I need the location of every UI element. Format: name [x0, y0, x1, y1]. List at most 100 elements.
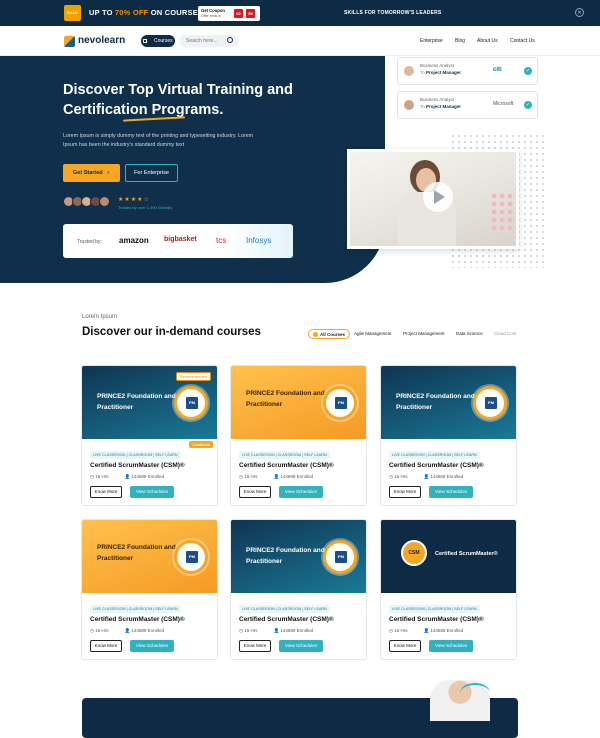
pmi-seal-icon: PM [323, 540, 357, 574]
hero-title: Discover Top Virtual Training and Certif… [63, 82, 293, 118]
nav-link-about[interactable]: About Us [477, 38, 498, 44]
trusted-label: Trusted by: [77, 239, 102, 245]
view-schedules-button[interactable]: View Schedules [279, 486, 323, 498]
coupon-title: Get Coupon [201, 8, 225, 13]
check-icon: ✓ [524, 101, 532, 109]
pmi-seal-icon: PM [473, 386, 507, 420]
nav-link-contact[interactable]: Contact Us [510, 38, 535, 44]
rating-stars: ★★★★☆ [118, 197, 150, 203]
know-more-button[interactable]: Know More [389, 486, 421, 498]
delivery-tag: LIVE CLASSROOM | CLASSROOM | SELF LEARN [90, 605, 181, 613]
hero-description: Lorem Ipsum is simply dummy text of the … [63, 133, 254, 148]
course-card[interactable]: PRINCE2 Foundation and Practitioner PM L… [380, 365, 517, 506]
brand-amazon: amazon [119, 236, 149, 245]
view-schedules-button[interactable]: View Schedules [130, 486, 174, 498]
banner-title: PRINCE2 Foundation and Practitioner [246, 547, 325, 565]
delivery-tag: LIVE CLASSROOM | CLASSROOM | SELF LEARN [389, 605, 480, 613]
timer-hours: 02 [234, 9, 243, 18]
course-title: Certified ScrumMaster (CSM)® [90, 462, 185, 469]
know-more-button[interactable]: Know More [90, 640, 122, 652]
course-card[interactable]: PRINCE2 Foundation and Practitioner PM L… [230, 519, 367, 660]
course-meta: ◷ 16 Hrs 👤 144689 Enrolled [90, 628, 165, 633]
logo[interactable]: nevolearn [78, 35, 125, 46]
banner-title: PRINCE2 Foundation and Practitioner [97, 544, 176, 562]
course-title: Certified ScrumMaster (CSM)® [239, 616, 334, 623]
promo-text: UP TO 70% OFF ON COURSES [89, 8, 204, 17]
sale-badge: SALE [64, 5, 81, 21]
course-meta: ◷ 16 Hrs 👤 144689 Enrolled [239, 628, 314, 633]
pmi-seal-icon: PM [323, 386, 357, 420]
for-enterprise-button[interactable]: For Enterprise [125, 164, 178, 182]
course-title: Certified ScrumMaster (CSM)® [239, 462, 334, 469]
course-meta: ◷ 16 Hrs 👤 144689 Enrolled [90, 474, 165, 479]
course-card[interactable]: PRINCE2 Foundation and Practitioner PM R… [81, 365, 218, 506]
recommended-badge: Recommended [175, 372, 211, 381]
nav-link-blog[interactable]: Blog [455, 38, 465, 44]
career-card: Business Analyst To Project Manager Micr… [397, 91, 538, 119]
career-to: To Project Manager [420, 104, 462, 109]
know-more-button[interactable]: Know More [239, 486, 271, 498]
grid-icon [143, 39, 147, 43]
delivery-tag: LIVE CLASSROOM | CLASSROOM | SELF LEARN [389, 451, 480, 459]
know-more-button[interactable]: Know More [239, 640, 271, 652]
course-card[interactable]: PRINCE2 Foundation and Practitioner PM L… [81, 519, 218, 660]
banner-title: Certified ScrumMaster® [435, 551, 498, 557]
get-started-button[interactable]: Get Started › [63, 164, 120, 182]
filter-dot-icon [313, 332, 318, 338]
course-title: Certified ScrumMaster (CSM)® [389, 616, 484, 623]
search-icon[interactable] [227, 37, 233, 43]
course-title: Certified ScrumMaster (CSM)® [90, 616, 185, 623]
course-card[interactable]: CSM Certified ScrumMaster® LIVE CLASSROO… [380, 519, 517, 660]
pmi-seal-icon: PM [174, 540, 208, 574]
career-to: To Project Manager [420, 70, 462, 75]
banner-title: PRINCE2 Foundation and Practitioner [97, 393, 176, 411]
filter-all-courses[interactable]: All Courses [308, 329, 351, 339]
company-logo: citi [493, 67, 502, 73]
section-eyebrow: Lorem Ipsum [82, 314, 118, 320]
brand-infosys: Infosys [246, 236, 272, 245]
course-meta: ◷ 16 Hrs 👤 144689 Enrolled [389, 474, 464, 479]
logo-icon[interactable] [64, 36, 75, 47]
brand-tcs: tcs [216, 236, 227, 245]
nav-link-enterprise[interactable]: Enterprise [420, 38, 443, 44]
filter-data-science[interactable]: Data Science [452, 329, 487, 339]
know-more-button[interactable]: Know More [389, 640, 421, 652]
certificate-badge: Certificate [188, 441, 213, 448]
get-coupon-button[interactable]: Get Coupon Offer ends in 02 55 [198, 6, 260, 21]
career-from: Business Analyst [420, 63, 455, 68]
delivery-tag: LIVE CLASSROOM | CLASSROOM | SELF LEARN [239, 451, 330, 459]
delivery-tag: LIVE CLASSROOM | CLASSROOM | SELF LEARN [90, 451, 181, 459]
section-title: Discover our in-demand courses [82, 326, 261, 338]
promo-bar: SALE UP TO 70% OFF ON COURSES Get Coupon… [0, 0, 600, 26]
flowers [490, 192, 514, 232]
delivery-tag: LIVE CLASSROOM | CLASSROOM | SELF LEARN [239, 605, 330, 613]
view-schedules-button[interactable]: View Schedules [429, 486, 473, 498]
career-card: Business Analyst To Project Manager citi… [397, 57, 538, 85]
view-schedules-button[interactable]: View Schedules [130, 640, 174, 652]
avatar [404, 100, 414, 110]
filter-project[interactable]: Project Management [399, 329, 449, 339]
course-card[interactable]: PRINCE2 Foundation and Practitioner PM L… [230, 365, 367, 506]
view-schedules-button[interactable]: View Schedules [279, 640, 323, 652]
company-logo: Microsoft [493, 101, 514, 107]
close-icon[interactable]: ✕ [575, 8, 584, 17]
tagline: SKILLS FOR TOMORROW'S LEADERS [344, 10, 442, 16]
coupon-subtitle: Offer ends in [201, 14, 221, 18]
avatar [404, 66, 414, 76]
banner-title: PRINCE2 Foundation and Practitioner [396, 393, 475, 411]
view-schedules-button[interactable]: View Schedules [429, 640, 473, 652]
filter-cloud[interactable]: Cloud Com [490, 329, 521, 339]
play-icon[interactable] [434, 190, 445, 204]
know-more-button[interactable]: Know More [90, 486, 122, 498]
course-meta: ◷ 16 Hrs 👤 144689 Enrolled [389, 628, 464, 633]
csm-seal-icon: CSM [401, 540, 427, 566]
filter-agile[interactable]: Agile Management [350, 329, 396, 339]
decorative-arc [460, 683, 490, 703]
course-meta: ◷ 16 Hrs 👤 144689 Enrolled [239, 474, 314, 479]
course-title: Certified ScrumMaster (CSM)® [389, 462, 484, 469]
brand-bigbasket: bigbasket [164, 236, 197, 243]
pmi-seal-icon: PM [174, 386, 208, 420]
avatar [99, 196, 110, 207]
trusted-count: Trusted by over 1,000 Globally [118, 205, 173, 210]
check-icon: ✓ [524, 67, 532, 75]
